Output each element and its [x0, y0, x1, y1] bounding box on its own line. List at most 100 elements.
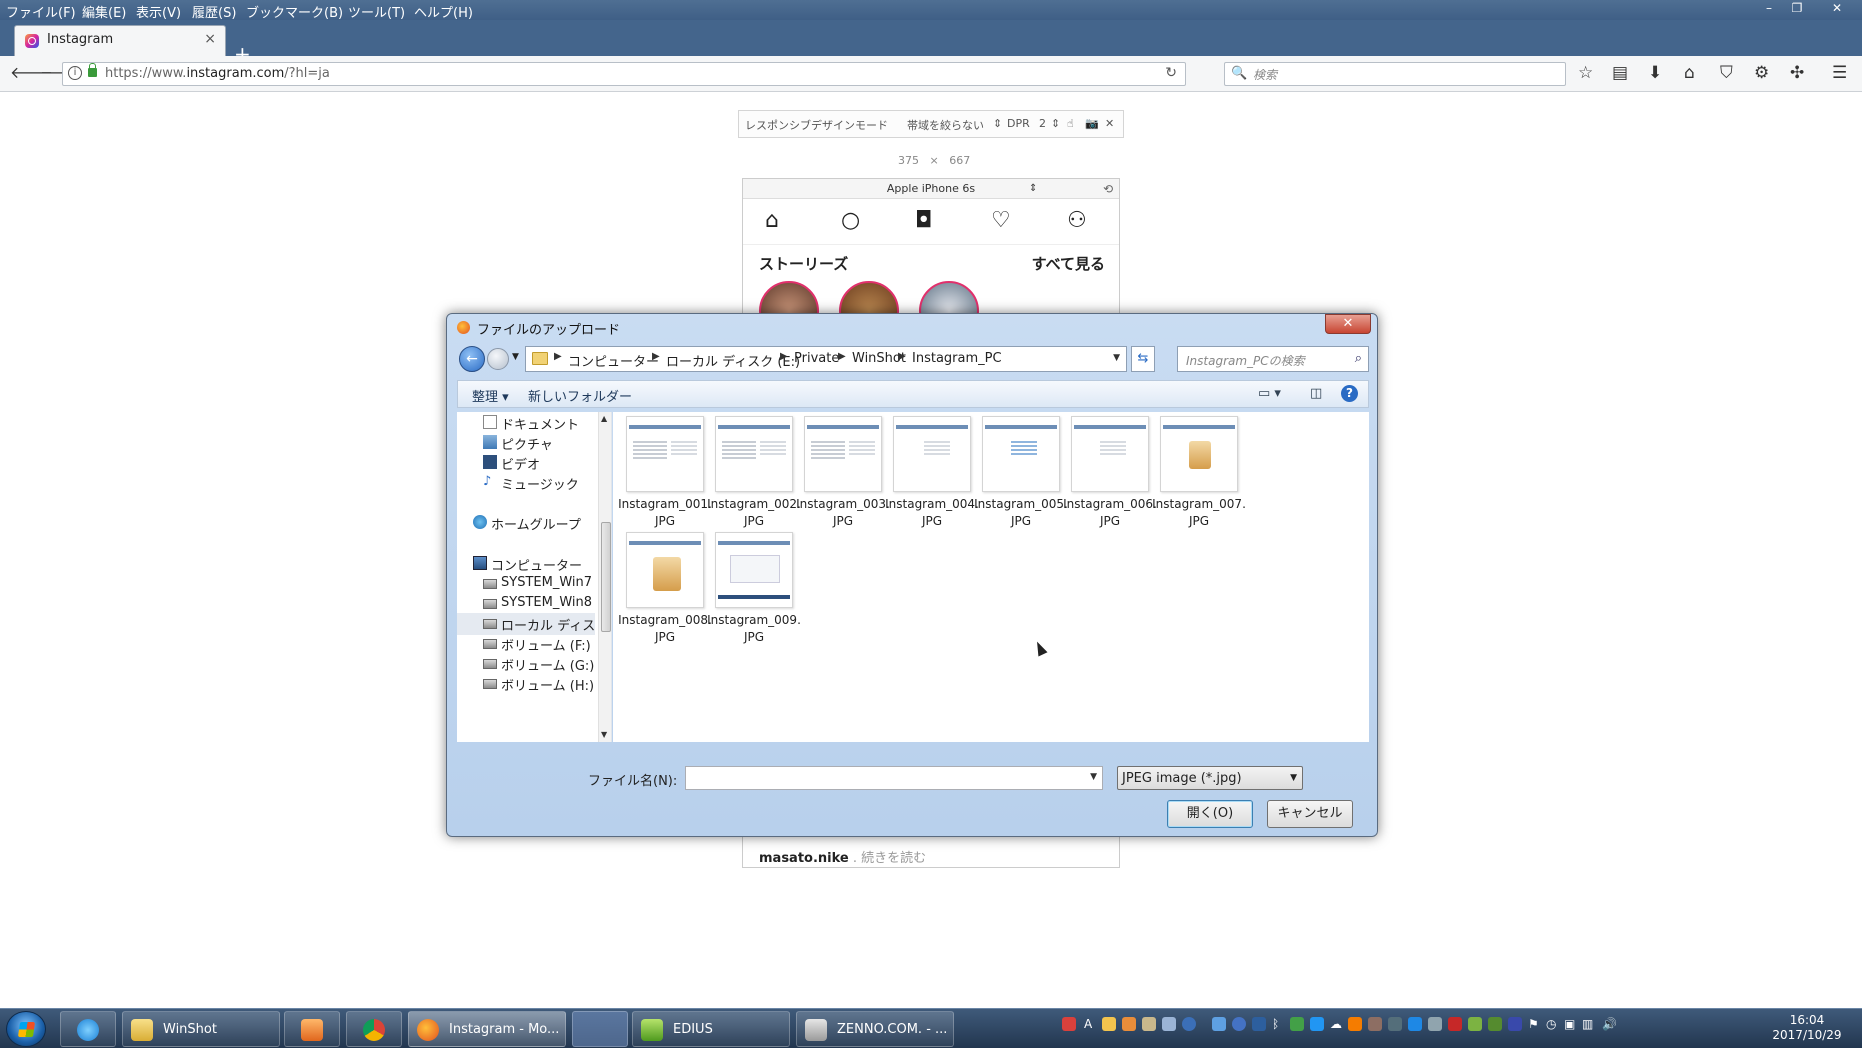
tray-app-icon[interactable] — [1468, 1017, 1482, 1031]
menu-edit[interactable]: 編集(E) — [82, 2, 126, 21]
nav-item-documents[interactable]: ドキュメント — [457, 412, 595, 434]
nav-scrollbar[interactable]: ▲ ▼ — [598, 412, 611, 742]
tab-close-icon[interactable]: × — [204, 31, 216, 47]
scroll-thumb[interactable] — [601, 522, 611, 632]
new-folder-button[interactable]: 新しいフォルダー — [528, 386, 632, 405]
download-icon[interactable]: ⬇ — [1648, 63, 1662, 83]
taskbar-media-player[interactable] — [284, 1011, 340, 1047]
extension-icon[interactable]: ⚙ — [1754, 63, 1769, 83]
tray-app-icon[interactable] — [1290, 1017, 1304, 1031]
tray-app-icon[interactable] — [1348, 1017, 1362, 1031]
file-item[interactable]: Instagram_004. JPG — [885, 414, 979, 528]
pocket-icon[interactable]: ⛉ — [1720, 63, 1733, 83]
throttle-dropdown-icon[interactable]: ⇕ — [993, 117, 1002, 130]
viewport-height[interactable]: 667 — [949, 154, 970, 167]
minimize-icon[interactable]: – — [1758, 0, 1780, 18]
throttle-select[interactable]: 帯域を絞らない — [907, 117, 984, 133]
scroll-down-icon[interactable]: ▼ — [601, 730, 607, 739]
taskbar-firefox[interactable]: Instagram - Mo... — [408, 1011, 566, 1047]
menu-tools[interactable]: ツール(T) — [348, 2, 405, 21]
dpr-dropdown-icon[interactable]: ⇕ — [1051, 117, 1060, 130]
restore-icon[interactable]: ❐ — [1786, 0, 1808, 18]
window-close-icon[interactable]: ✕ — [1826, 0, 1848, 18]
bookmark-star-icon[interactable]: ☆ — [1578, 63, 1593, 83]
rdm-close-icon[interactable]: ✕ — [1105, 117, 1114, 130]
organize-button[interactable]: 整理 ▾ — [472, 386, 509, 405]
instagram-profile-icon[interactable]: ⚇ — [1067, 209, 1087, 233]
menu-help[interactable]: ヘルプ(H) — [414, 2, 473, 21]
filename-input[interactable]: ▼ — [685, 766, 1103, 790]
tab-instagram[interactable]: Instagram × — [14, 25, 226, 56]
help-tray-icon[interactable] — [1182, 1017, 1196, 1031]
nav-item-system-win8[interactable]: SYSTEM_Win8 — [457, 593, 595, 615]
volume-icon[interactable]: 🔊 — [1602, 1017, 1617, 1031]
taskbar-chrome[interactable] — [346, 1011, 402, 1047]
tray-app-icon[interactable] — [1212, 1017, 1226, 1031]
tray-app-icon[interactable] — [1122, 1017, 1136, 1031]
rotate-icon[interactable]: ⟲ — [1103, 179, 1113, 199]
menu-bookmarks[interactable]: ブックマーク(B) — [246, 2, 343, 21]
tray-app-icon[interactable] — [1102, 1017, 1116, 1031]
filetype-select[interactable]: JPEG image (*.jpg) ▼ — [1117, 766, 1303, 790]
chevron-right-icon[interactable]: ▶ — [898, 351, 906, 362]
nav-item-volume-f[interactable]: ボリューム (F:) — [457, 633, 595, 655]
touch-icon[interactable]: ☝ — [1067, 117, 1074, 130]
menu-view[interactable]: 表示(V) — [136, 2, 181, 21]
tray-app-icon[interactable] — [1488, 1017, 1502, 1031]
taskbar-winshot[interactable]: WinShot — [122, 1011, 280, 1047]
url-bar[interactable]: i https://www.instagram.com/?hl=ja ↻ — [62, 62, 1186, 86]
file-item[interactable]: Instagram_003. JPG — [796, 414, 890, 528]
breadcrumb-instagram-pc[interactable]: Instagram_PC — [912, 351, 1002, 366]
viewport-width[interactable]: 375 — [898, 154, 919, 167]
reload-icon[interactable]: ↻ — [1165, 65, 1177, 81]
tray-app-icon[interactable] — [1448, 1017, 1462, 1031]
breadcrumb-dropdown-icon[interactable]: ▼ — [1113, 353, 1120, 363]
file-item[interactable]: Instagram_005. JPG — [974, 414, 1068, 528]
chevron-right-icon[interactable]: ▶ — [838, 351, 846, 362]
nav-item-local-disk[interactable]: ローカル ディス — [457, 613, 595, 635]
taskbar-clock[interactable]: 16:04 2017/10/29 — [1760, 1013, 1854, 1043]
action-center-flag-icon[interactable]: ⚑ — [1528, 1017, 1539, 1031]
screenshot-icon[interactable]: 📷 — [1085, 117, 1099, 130]
taskbar-internet-explorer[interactable] — [60, 1011, 116, 1047]
home-icon[interactable]: ⌂ — [1684, 63, 1695, 83]
file-item[interactable]: Instagram_009. JPG — [707, 530, 801, 644]
nav-item-homegroup[interactable]: ホームグループ — [457, 512, 595, 534]
tray-app-icon[interactable] — [1428, 1017, 1442, 1031]
preview-pane-icon[interactable]: ◫ — [1310, 386, 1322, 401]
cloud-icon[interactable]: ☁ — [1330, 1017, 1342, 1031]
tray-app-icon[interactable] — [1368, 1017, 1382, 1031]
file-item[interactable]: Instagram_001. JPG — [618, 414, 712, 528]
instagram-camera-icon[interactable]: ◘ — [915, 209, 932, 233]
device-selector[interactable]: Apple iPhone 6s ⇕ ⟲ — [743, 179, 1119, 199]
folder-search-input[interactable]: Instagram_PCの検索 ⌕ — [1177, 346, 1369, 372]
history-dropdown-icon[interactable]: ▼ — [512, 352, 519, 362]
device-dropdown-icon[interactable]: ⇕ — [1029, 179, 1037, 199]
nav-item-music[interactable]: ♪ ミュージック — [457, 472, 595, 494]
file-item[interactable]: Instagram_002. JPG — [707, 414, 801, 528]
scroll-up-icon[interactable]: ▲ — [601, 414, 607, 423]
dpr-value[interactable]: 2 — [1039, 117, 1046, 130]
forward-arrow-icon[interactable] — [487, 348, 509, 370]
open-button[interactable]: 開く(O) — [1167, 800, 1253, 828]
menu-history[interactable]: 履歴(S) — [192, 2, 236, 21]
filetype-dropdown-icon[interactable]: ▼ — [1290, 773, 1297, 783]
menu-file[interactable]: ファイル(F) — [6, 2, 76, 21]
nav-item-volume-h[interactable]: ボリューム (H:) — [457, 673, 595, 695]
clock-app-icon[interactable]: ◷ — [1546, 1017, 1556, 1031]
start-button[interactable] — [6, 1011, 46, 1047]
network-icon[interactable]: ▣ — [1564, 1017, 1575, 1031]
nav-item-videos[interactable]: ビデオ — [457, 452, 595, 474]
tray-app-icon[interactable] — [1408, 1017, 1422, 1031]
hamburger-menu-icon[interactable]: ☰ — [1832, 63, 1847, 83]
dialog-close-button[interactable]: ✕ — [1325, 314, 1371, 334]
help-icon[interactable]: ? — [1341, 385, 1358, 402]
cancel-button[interactable]: キャンセル — [1267, 800, 1353, 828]
nav-item-pictures[interactable]: ピクチャ — [457, 432, 595, 454]
instagram-home-icon[interactable]: ⌂ — [765, 209, 779, 233]
see-all-link[interactable]: すべて見る — [1032, 253, 1105, 274]
chevron-right-icon[interactable]: ▶ — [652, 351, 660, 362]
breadcrumb-computer[interactable]: コンピューター — [568, 351, 659, 370]
taskbar-zenno[interactable]: ZENNO.COM. - ... — [796, 1011, 954, 1047]
chart-tray-icon[interactable]: ▥ — [1582, 1017, 1593, 1031]
